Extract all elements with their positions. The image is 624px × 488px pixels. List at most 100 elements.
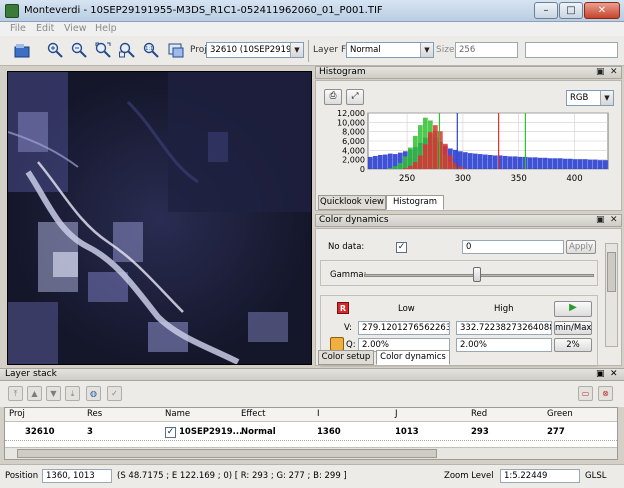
two-percent-button[interactable]: 2% [554,338,592,352]
projection-icon[interactable] [166,40,186,60]
play-icon[interactable]: ▶ [554,301,592,317]
col-effect[interactable]: Effect [241,409,265,419]
histogram-bar [483,154,488,169]
histogram-bar [568,158,573,169]
delete-all-layers-icon[interactable]: ⊗ [598,386,613,401]
histogram-chart[interactable]: 12,00010,0008,0006,0004,0002,0000 250 300 3… [318,109,618,195]
quantile-icon[interactable] [330,337,344,351]
open-file-icon[interactable] [12,40,32,60]
cell-red: 293 [471,427,489,437]
proj-label: Proj [190,45,207,55]
no-data-value-field[interactable]: 0 [462,240,564,254]
zoom-full-icon[interactable] [117,40,137,60]
layer-stack-header: Layer stack ▣ ✕ [0,368,624,381]
minimize-button[interactable]: – [534,2,558,19]
scrollbar-thumb[interactable] [17,449,437,458]
channel-value: RGB [570,93,589,103]
horizontal-scrollbar[interactable] [5,447,617,459]
histogram-bar [563,158,568,169]
apply-button[interactable]: Apply [566,240,596,254]
layer-visible-checkbox[interactable]: ✓ [165,427,176,438]
float-icon[interactable]: ▣ [596,369,605,380]
red-channel-badge[interactable]: R [337,302,349,314]
size-field[interactable]: 256 [455,42,518,58]
app-icon [5,4,19,18]
histogram-bar [408,165,413,169]
zoom-out-icon[interactable] [69,40,89,60]
float-icon[interactable]: ▣ [596,215,605,226]
tab-color-dynamics[interactable]: Color dynamics [376,350,450,365]
delete-layer-icon[interactable]: ▭ [578,386,593,401]
scrollbar-thumb[interactable] [607,252,616,292]
col-name[interactable]: Name [165,409,190,419]
coordinates-readout: (S 48.7175 ; E 122.169 ; 0) [ R: 293 ; G… [117,471,347,481]
maximize-button[interactable]: □ [559,2,583,19]
layer-stack-toolbar: ⤒ ▲ ▼ ⤓ ◍ ✓ ▭ ⊗ [0,381,624,407]
close-icon[interactable]: ✕ [610,369,618,380]
layer-fx-select[interactable]: Normal ▼ [346,42,434,58]
no-data-checkbox[interactable]: ✓ [396,242,407,253]
v-high-field[interactable]: 332.72238273264088 [456,321,552,335]
move-bottom-icon[interactable]: ⤓ [65,386,80,401]
menu-edit[interactable]: Edit [36,23,54,34]
x-tick-label: 400 [566,174,582,184]
histogram-bar [393,166,398,169]
col-proj[interactable]: Proj [9,409,25,419]
col-res[interactable]: Res [87,409,102,419]
globe-icon[interactable]: ◍ [86,386,101,401]
close-button[interactable]: ✕ [584,2,620,19]
histogram-bar [383,154,388,169]
close-icon[interactable]: ✕ [610,67,618,78]
histogram-fit-icon[interactable]: ⤢ [346,89,364,105]
apply-check-icon[interactable]: ✓ [107,386,122,401]
zoom-one-to-one-icon[interactable]: 1:1 [141,40,161,60]
float-icon[interactable]: ▣ [596,67,605,78]
menu-help[interactable]: Help [95,23,117,34]
tab-quicklook-view[interactable]: Quicklook view [318,195,386,210]
histogram-bar [418,155,423,169]
tab-color-setup[interactable]: Color setup [318,350,374,365]
table-row[interactable] [5,424,617,441]
close-icon[interactable]: ✕ [610,215,618,226]
zoom-extent-icon[interactable] [93,40,113,60]
chevron-down-icon: ▼ [420,43,433,57]
no-data-label: No data: [328,242,365,252]
histogram-bar [513,156,518,169]
panel-scrollbar[interactable] [605,243,618,347]
q-high-field[interactable]: 2.00% [456,338,552,352]
position-field[interactable]: 1360, 1013 [42,469,112,483]
chevron-down-icon: ▼ [290,43,303,57]
col-i[interactable]: I [317,409,320,419]
y-tick-label: 10,000 [337,118,365,127]
histogram-bar [433,125,438,169]
move-down-icon[interactable]: ▼ [46,386,61,401]
image-view[interactable] [7,71,312,365]
layer-stack-title: Layer stack [5,369,57,379]
v-low-field[interactable]: 279.12012765622637 [358,321,450,335]
menu-file[interactable]: File [10,23,26,34]
zoom-level-field[interactable]: 1:5.22449 [500,469,580,483]
histogram-bar [423,144,428,169]
y-tick-label: 2,000 [342,156,365,165]
y-tick-label: 6,000 [342,137,365,146]
channel-select[interactable]: RGB ▼ [566,90,614,106]
histogram-bar [403,156,408,169]
projection-select[interactable]: 32610 (10SEP291919 ▼ [206,42,304,58]
x-tick-label: 300 [455,174,471,184]
min-max-button[interactable]: min/Max [554,321,592,335]
histogram-bar [603,160,608,169]
tab-histogram[interactable]: Histogram [386,195,444,210]
zoom-in-icon[interactable] [45,40,65,60]
move-top-icon[interactable]: ⤒ [8,386,23,401]
col-red[interactable]: Red [471,409,487,419]
menu-view[interactable]: View [64,23,87,34]
histogram-bar [593,159,598,169]
extra-field[interactable] [525,42,618,58]
gamma-slider-thumb[interactable] [473,267,481,282]
move-up-icon[interactable]: ▲ [27,386,42,401]
layer-fx-value: Normal [350,45,381,55]
histogram-bar [583,159,588,169]
col-j[interactable]: J [395,409,398,419]
col-green[interactable]: Green [547,409,573,419]
histogram-export-icon[interactable]: ⎙ [324,89,342,105]
